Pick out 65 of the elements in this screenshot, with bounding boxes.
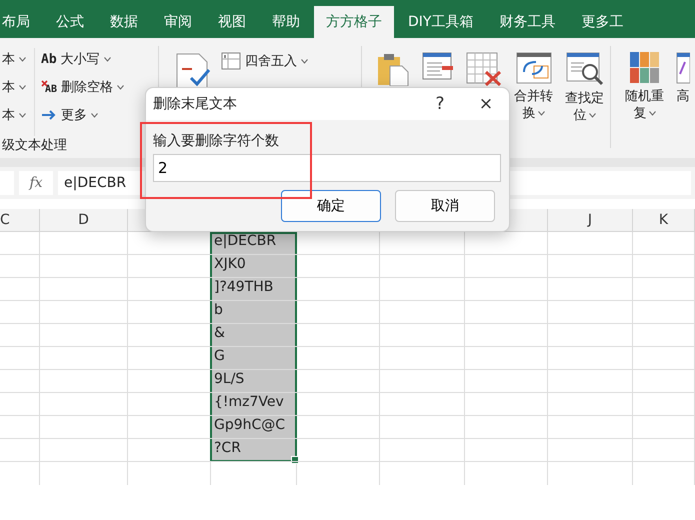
field-label: 输入要删除字符个数 [153,132,280,151]
function-label[interactable]: fx [19,171,53,195]
table-cell-text: 9L/S [214,370,244,389]
ribbon-tab[interactable]: 帮助 [272,6,300,38]
ribbon-item[interactable]: 本 [2,50,15,68]
ribbon-item[interactable]: 本 [2,78,15,96]
chart-icon [676,52,690,84]
caret-icon [301,58,308,64]
merge-icon [516,52,552,84]
ribbon-tab[interactable]: DIY工具箱 [408,6,474,38]
table-cell-text: b [214,301,223,320]
table-cell-text: G [214,347,225,366]
caret-icon [648,111,656,116]
table-cell-text: & [214,324,225,343]
column-header[interactable]: J [588,212,592,228]
caret-icon [19,56,26,62]
ribbon-item[interactable]: 更多 [61,106,87,124]
caret-icon [588,113,596,118]
ribbon-button[interactable]: 查找定 [565,90,604,107]
dialog-title: 删除末尾文本 [153,95,238,113]
ribbon-item[interactable]: 本 [2,106,15,124]
table-cell-text: ]?49THB [214,278,274,297]
caret-icon [117,84,124,90]
close-button[interactable]: × [463,88,509,120]
caret-icon [104,56,111,62]
ribbon-item[interactable]: 四舍五入 [245,52,297,70]
case-icon: Ab [41,52,57,66]
ribbon-item[interactable]: 大小写 [60,50,100,68]
dialog-button[interactable]: 确定 [281,190,381,222]
dialog-button[interactable]: 取消 [395,190,495,222]
caret-icon [538,111,544,116]
color-grid-icon [630,52,660,84]
group-label: 级文本处理 [1,137,68,154]
form-icon [422,52,454,82]
ribbon-tab[interactable]: 财务工具 [499,6,556,38]
find-icon [566,52,604,86]
column-header[interactable]: D [78,212,89,228]
ribbon-tab[interactable]: 视图 [218,6,246,38]
caret-icon [91,112,98,118]
ribbon-tab[interactable]: 布局 [2,6,30,38]
column-header[interactable]: C [0,212,10,228]
ribbon-tab[interactable]: 审阅 [164,6,192,38]
ribbon-button[interactable]: 高 [676,88,690,105]
help-button[interactable]: ? [417,88,463,120]
ribbon-tab[interactable]: 公式 [56,6,84,38]
ribbon-button[interactable]: 换 [522,105,536,122]
table-cell-text: Gp9hC@C [214,416,286,435]
caret-icon [19,112,26,118]
round-icon [221,52,241,70]
ribbon-item[interactable]: 删除空格 [61,78,114,96]
ribbon-tab[interactable]: 方方格子 [314,6,394,38]
caret-icon [19,84,26,90]
ribbon-button[interactable]: 复 [634,105,646,122]
table-cell-text: {!mz7Vev [214,393,284,412]
ribbon-tab[interactable]: 更多工 [581,6,624,38]
table-cell-text: XJK0 [214,255,246,274]
arrow-icon [41,109,57,121]
ribbon-button[interactable]: 位 [574,107,586,124]
column-header[interactable]: K [658,212,668,228]
ribbon-tab[interactable]: 数据 [110,6,138,38]
table-cell-text: ?CR [214,439,241,458]
table-cell-text: e|DECBR [214,232,276,251]
input-field[interactable]: 2 [153,154,501,182]
ribbon-button[interactable]: 合并转 [514,88,553,105]
ribbon-button[interactable]: 随机重 [625,88,664,105]
